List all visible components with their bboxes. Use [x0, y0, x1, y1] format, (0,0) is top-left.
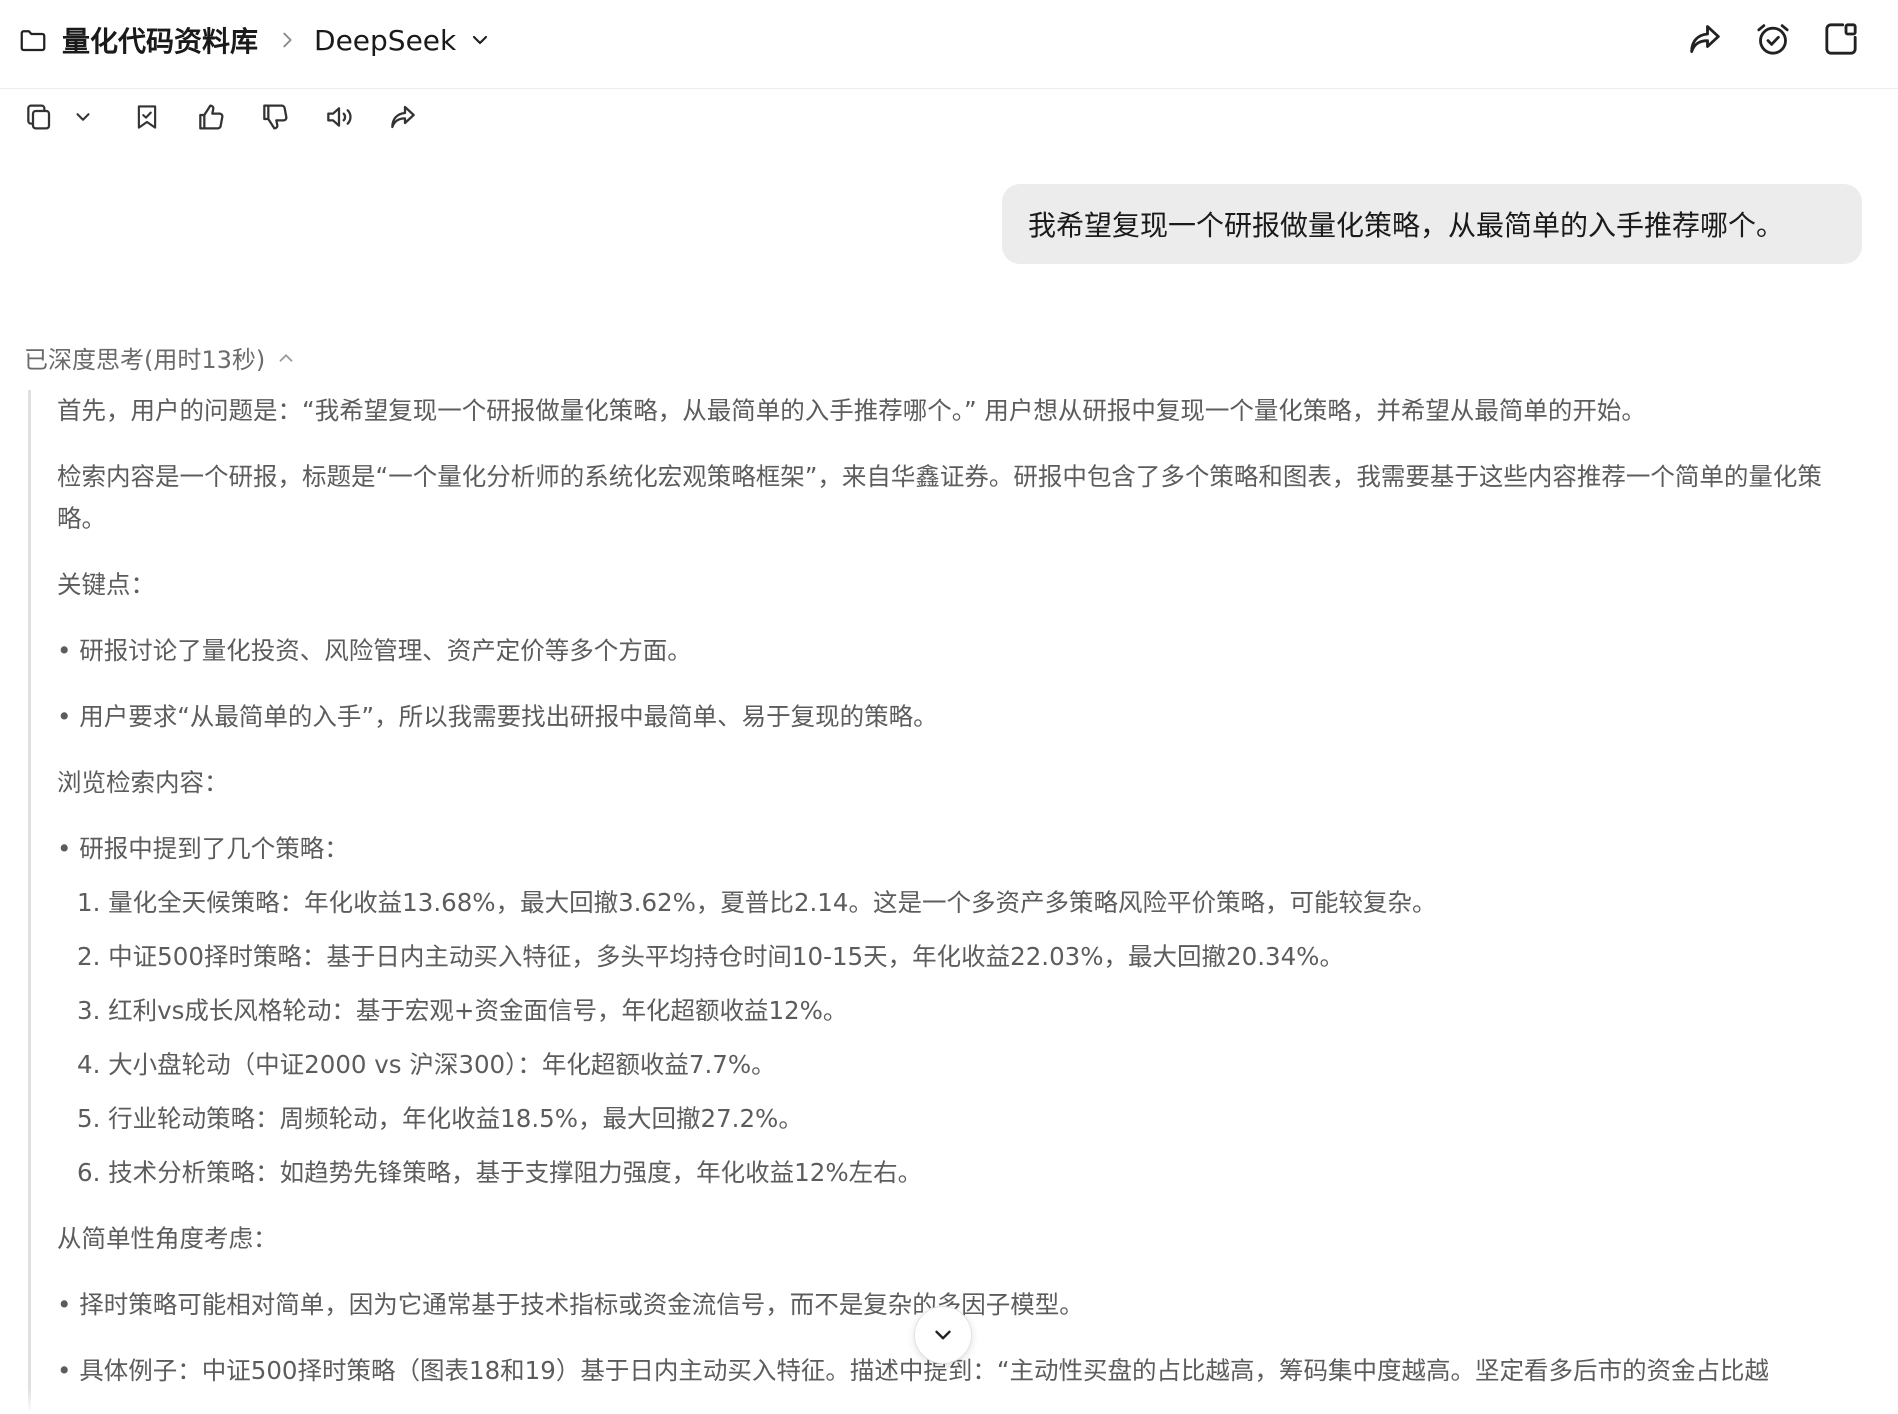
- top-actions: [1684, 18, 1862, 60]
- thinking-paragraph: 检索内容是一个研报，标题是“一个量化分析师的系统化宏观策略框架”，来自华鑫证券。…: [57, 462, 1822, 533]
- section-label: 浏览检索内容：: [57, 768, 229, 797]
- bookmark-icon[interactable]: [130, 100, 164, 134]
- list-item: 1. 量化全天候策略：年化收益13.68%，最大回撤3.62%，夏普比2.14。…: [77, 888, 1437, 917]
- scroll-to-bottom-button[interactable]: [914, 1306, 972, 1364]
- bottom-fade: [0, 1388, 1898, 1414]
- thinking-header-label: 已深度思考(用时13秒): [24, 346, 266, 374]
- list-item: 4. 大小盘轮动（中证2000 vs 沪深300）：年化超额收益7.7%。: [77, 1050, 776, 1079]
- chevron-right-icon: [276, 29, 298, 51]
- list-item: 5. 行业轮动策略：周频轮动，年化收益18.5%，最大回撤27.2%。: [77, 1104, 803, 1133]
- chevron-down-icon[interactable]: [468, 28, 492, 52]
- strategy-list: 1. 量化全天候策略：年化收益13.68%，最大回撤3.62%，夏普比2.14。…: [57, 882, 1867, 1194]
- chevron-up-icon: [275, 347, 297, 369]
- thinking-toggle[interactable]: 已深度思考(用时13秒): [24, 340, 297, 375]
- new-window-icon[interactable]: [1820, 18, 1862, 60]
- top-bar: 量化代码资料库 DeepSeek: [0, 0, 1898, 89]
- list-item: • 研报中提到了几个策略：: [57, 834, 349, 863]
- thinking-content: 首先，用户的问题是：“我希望复现一个研报做量化策略，从最简单的入手推荐哪个。” …: [28, 390, 1871, 1410]
- thinking-paragraph: 首先，用户的问题是：“我希望复现一个研报做量化策略，从最简单的入手推荐哪个。” …: [57, 396, 1646, 425]
- share-icon[interactable]: [1684, 18, 1726, 60]
- share-icon[interactable]: [386, 100, 420, 134]
- section-label: 从简单性角度考虑：: [57, 1224, 278, 1253]
- list-item: • 研报讨论了量化投资、风险管理、资产定价等多个方面。: [57, 636, 692, 665]
- breadcrumb: 量化代码资料库 DeepSeek: [18, 18, 492, 62]
- user-message: 我希望复现一个研报做量化策略，从最简单的入手推荐哪个。: [1002, 184, 1862, 264]
- list-item: • 用户要求“从最简单的入手”，所以我需要找出研报中最简单、易于复现的策略。: [57, 702, 938, 731]
- library-name[interactable]: 量化代码资料库: [62, 20, 258, 60]
- speaker-icon[interactable]: [322, 100, 356, 134]
- list-item: 3. 红利vs成长风格轮动：基于宏观+资金面信号，年化超额收益12%。: [77, 996, 848, 1025]
- folder-icon[interactable]: [18, 25, 48, 55]
- thumbs-up-icon[interactable]: [194, 100, 228, 134]
- section-label: 关键点：: [57, 570, 155, 599]
- model-selector[interactable]: DeepSeek: [314, 24, 456, 57]
- alarm-check-icon[interactable]: [1752, 18, 1794, 60]
- list-item: 6. 技术分析策略：如趋势先锋策略，基于支撑阻力强度，年化收益12%左右。: [77, 1158, 923, 1187]
- list-item: 2. 中证500择时策略：基于日内主动买入特征，多头平均持仓时间10-15天，年…: [77, 942, 1344, 971]
- chevron-down-icon: [930, 1322, 956, 1348]
- chevron-down-icon[interactable]: [66, 100, 100, 134]
- thumbs-down-icon[interactable]: [258, 100, 292, 134]
- message-actions: [22, 100, 420, 134]
- copy-icon[interactable]: [22, 100, 56, 134]
